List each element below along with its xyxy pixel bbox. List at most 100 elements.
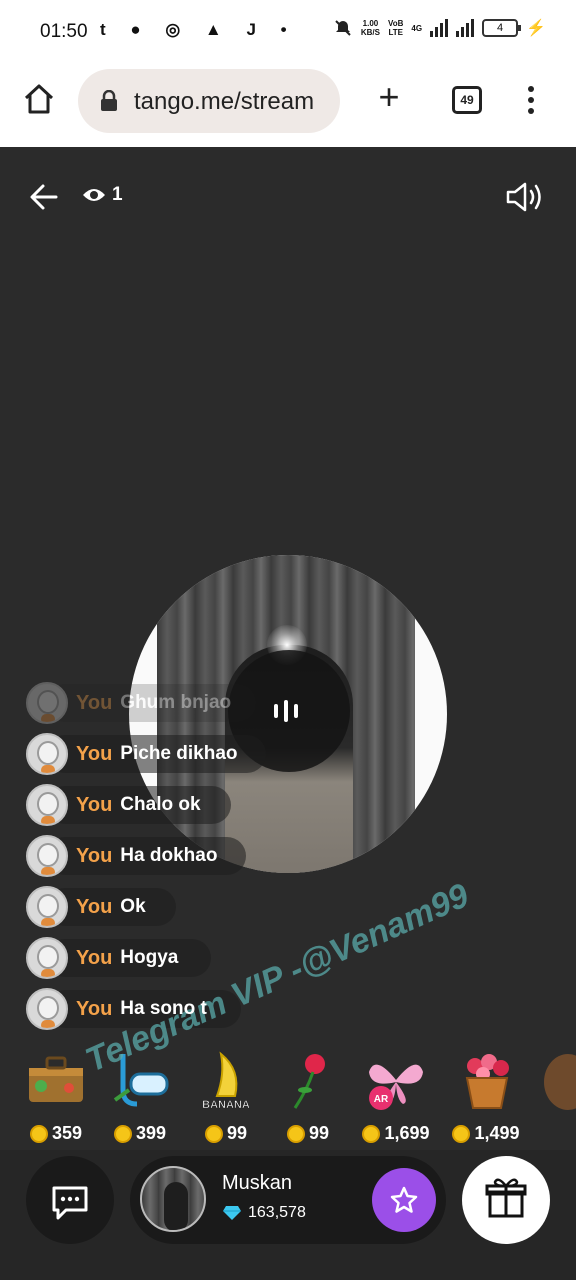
- net-speed-value: 1.00: [362, 19, 379, 28]
- signal-icon-2: [456, 19, 475, 37]
- snorkel-gift[interactable]: 399: [100, 1050, 180, 1144]
- status-right: 1.00 KB/S VoB LTE 4G 4 ⚡: [333, 18, 546, 38]
- flower-basket-icon: [465, 1054, 509, 1109]
- chat-message: You Ghum bnjao: [26, 680, 256, 726]
- avatar[interactable]: [26, 784, 68, 826]
- rose-gift[interactable]: 99: [268, 1050, 348, 1144]
- lte-label: LTE: [388, 28, 403, 37]
- status-bar: 01:50 t ● ◎ ▲ J • 1.00 KB/S VoB LTE 4G 4: [0, 0, 576, 62]
- address-bar[interactable]: tango.me/stream: [78, 69, 340, 133]
- banana-gift[interactable]: BANANA 99: [186, 1050, 266, 1144]
- gift-box-icon: [485, 1178, 527, 1218]
- browser-toolbar: tango.me/stream + 49: [0, 62, 576, 147]
- gift-price-value: 1,499: [474, 1123, 520, 1143]
- diamond-count: 163,578: [248, 1204, 306, 1221]
- gift-price-value: 399: [135, 1123, 167, 1143]
- gift-price-value: 99: [308, 1123, 330, 1143]
- chat-message: You Ha dokhao: [26, 833, 246, 879]
- gift-price-value: 1,699: [384, 1123, 430, 1143]
- gift-price: 1,699: [356, 1123, 436, 1144]
- vo-label: VoB: [388, 19, 404, 28]
- suitcase-gift[interactable]: 359: [16, 1050, 96, 1144]
- chat-username[interactable]: You: [76, 845, 112, 868]
- star-icon: [390, 1186, 418, 1213]
- coin-icon: [452, 1124, 471, 1143]
- chat-text: Ghum bnjao: [120, 692, 232, 713]
- gift-price-value: 99: [226, 1123, 248, 1143]
- partial-gift[interactable]: [538, 1050, 576, 1117]
- suitcase-icon: [29, 1056, 83, 1102]
- flower-basket-gift[interactable]: 1,499: [446, 1050, 526, 1144]
- notification-icons: t ● ◎ ▲ J •: [100, 20, 297, 39]
- status-time: 01:50: [40, 21, 88, 42]
- rose-icon: [293, 1054, 325, 1109]
- chat-username[interactable]: You: [76, 896, 112, 919]
- coin-icon: [362, 1124, 381, 1143]
- viewer-counter: 1: [82, 184, 123, 206]
- gift-price: 99: [186, 1123, 266, 1144]
- chat-username[interactable]: You: [76, 692, 112, 715]
- home-icon[interactable]: [22, 82, 56, 116]
- avatar[interactable]: [26, 835, 68, 877]
- follow-star-button[interactable]: [372, 1168, 436, 1232]
- browser-menu-icon[interactable]: [526, 86, 536, 116]
- gift-price: 399: [100, 1123, 180, 1144]
- gift-price-value: 359: [51, 1123, 83, 1143]
- coin-icon: [204, 1124, 223, 1143]
- chat-text: Ha sono t: [120, 998, 207, 1019]
- gift-price: 1,499: [446, 1123, 526, 1144]
- butterfly-gift[interactable]: AR 1,699: [356, 1050, 436, 1144]
- barrel-icon: [544, 1054, 576, 1110]
- bottom-bar: Muskan 163,578: [0, 1150, 576, 1280]
- avatar[interactable]: [26, 937, 68, 979]
- chat-button[interactable]: [26, 1156, 114, 1244]
- chat-text: Piche dikhao: [120, 743, 238, 764]
- tab-count-button[interactable]: 49: [452, 86, 482, 114]
- avatar[interactable]: [26, 733, 68, 775]
- streamer-diamonds: 163,578: [222, 1204, 306, 1222]
- signal-icon: [430, 19, 449, 37]
- speaker-icon[interactable]: [505, 180, 545, 214]
- new-tab-button[interactable]: +: [372, 79, 406, 116]
- chat-username[interactable]: You: [76, 947, 112, 970]
- chat-username[interactable]: You: [76, 743, 112, 766]
- viewer-count: 1: [112, 184, 123, 205]
- battery-icon: 4: [482, 19, 522, 37]
- net-speed: 1.00 KB/S: [361, 19, 380, 37]
- chat-message: You Chalo ok: [26, 782, 231, 828]
- streamer-avatar[interactable]: [140, 1166, 206, 1232]
- eye-icon: [83, 189, 105, 201]
- coin-icon: [29, 1124, 48, 1143]
- diamond-icon: [223, 1206, 241, 1220]
- audio-bars-icon: [274, 700, 298, 722]
- avatar[interactable]: [26, 682, 68, 724]
- chat-username[interactable]: You: [76, 998, 112, 1021]
- streamer-name: Muskan: [222, 1172, 293, 1194]
- mute-icon: [335, 20, 351, 36]
- banana-icon: BANANA: [202, 1051, 250, 1111]
- chat-message: You Piche dikhao: [26, 731, 266, 777]
- url-text: tango.me/stream: [134, 88, 315, 115]
- charging-icon: ⚡: [526, 20, 546, 37]
- gift-bar: 359 399 BANANA 99 99 AR 1,699 1,499: [0, 1050, 576, 1150]
- chat-text: Ha dokhao: [120, 845, 218, 866]
- chat-message: You Ok: [26, 884, 176, 930]
- chat-message: You Hogya: [26, 935, 211, 981]
- gift-price: 99: [268, 1123, 348, 1144]
- coin-icon: [286, 1124, 305, 1143]
- back-arrow-icon[interactable]: [28, 182, 60, 212]
- banana-label: BANANA: [202, 1099, 250, 1111]
- chat-text: Chalo ok: [120, 794, 201, 815]
- avatar[interactable]: [26, 886, 68, 928]
- avatar[interactable]: [26, 988, 68, 1030]
- streamer-card[interactable]: Muskan 163,578: [130, 1156, 446, 1244]
- net-4g: 4G: [411, 23, 423, 33]
- chat-text: Ok: [120, 896, 146, 917]
- snorkel-icon: [113, 1054, 169, 1107]
- gift-button[interactable]: [462, 1156, 550, 1244]
- chat-message: You Ha sono t: [26, 986, 241, 1032]
- chat-text: Hogya: [120, 947, 179, 968]
- chat-username[interactable]: You: [76, 794, 112, 817]
- volte: VoB LTE: [388, 19, 403, 37]
- ar-badge: AR: [374, 1094, 389, 1105]
